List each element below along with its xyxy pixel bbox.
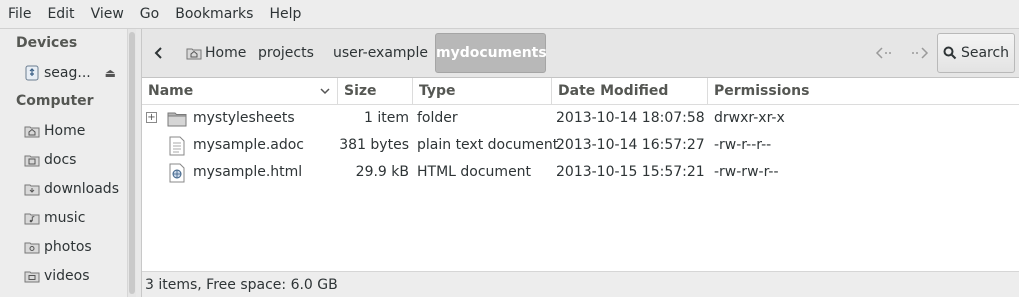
table-row[interactable]: mysample.html 29.9 kB HTML document 2013… (142, 159, 1019, 186)
navigate-back-icon[interactable] (873, 43, 897, 63)
sidebar-item-label: Home (44, 122, 86, 139)
downloads-folder-icon (24, 181, 40, 197)
column-type[interactable]: Type (413, 78, 552, 105)
expand-toggle-icon[interactable]: + (146, 112, 157, 123)
sidebar-item-docs[interactable]: docs (0, 145, 128, 174)
file-date: 2013-10-15 15:57:21 (556, 164, 705, 180)
menu-go[interactable]: Go (132, 0, 167, 29)
file-list: Name Size Type Date Modified Permissions… (142, 78, 1019, 271)
table-row[interactable]: mysample.adoc 381 bytes plain text docum… (142, 132, 1019, 159)
music-folder-icon (24, 210, 40, 226)
videos-folder-icon (24, 268, 40, 284)
breadcrumb-label: Home (205, 45, 247, 61)
file-size: 29.9 kB (355, 164, 409, 180)
table-row[interactable]: + mystylesheets 1 item folder 2013-10-14… (142, 105, 1019, 132)
menu-edit[interactable]: Edit (39, 0, 82, 29)
sidebar-item-label: seag... (44, 64, 91, 81)
menubar: File Edit View Go Bookmarks Help (0, 0, 1019, 29)
sidebar-heading-computer: Computer (16, 93, 94, 109)
column-header: Name Size Type Date Modified Permissions (142, 78, 1019, 105)
breadcrumb-home[interactable]: Home (178, 33, 254, 73)
sidebar-item-label: videos (44, 267, 90, 284)
search-button-label: Search (960, 45, 1010, 61)
file-permissions: -rw-r--r-- (714, 137, 772, 153)
menu-help[interactable]: Help (261, 0, 309, 29)
sidebar-item-seagate[interactable]: seag... ⏏ (0, 58, 128, 87)
menu-bookmarks[interactable]: Bookmarks (167, 0, 261, 29)
breadcrumb-user-example[interactable]: user-example (325, 33, 436, 73)
sidebar-item-downloads[interactable]: downloads (0, 174, 128, 203)
navigate-forward-icon[interactable] (907, 43, 931, 63)
usb-drive-icon (24, 65, 40, 81)
status-bar: 3 items, Free space: 6.0 GB (142, 271, 1019, 297)
column-name[interactable]: Name (142, 78, 338, 105)
file-type: HTML document (417, 164, 532, 180)
file-name: mystylesheets (193, 110, 295, 126)
file-permissions: -rw-rw-r-- (714, 164, 779, 180)
sidebar-item-photos[interactable]: photos (0, 232, 128, 261)
text-file-icon (167, 136, 187, 156)
sidebar-item-label: docs (44, 151, 77, 168)
column-date-modified[interactable]: Date Modified (552, 78, 708, 105)
breadcrumb-mydocuments[interactable]: mydocuments (435, 33, 547, 73)
sidebar: Devices seag... ⏏ Computer Home docs dow… (0, 29, 128, 297)
folder-icon (24, 152, 40, 168)
sidebar-item-label: photos (44, 238, 92, 255)
home-folder-icon (24, 123, 40, 139)
file-date: 2013-10-14 18:07:58 (556, 110, 705, 126)
menu-view[interactable]: View (83, 0, 132, 29)
toolbar: Home projects user-example mydocuments S… (142, 29, 1019, 78)
sidebar-item-home[interactable]: Home (0, 116, 128, 145)
breadcrumb-projects[interactable]: projects (250, 33, 322, 73)
search-icon (943, 46, 957, 60)
file-permissions: drwxr-xr-x (714, 110, 785, 126)
sidebar-scrollbar-thumb[interactable] (129, 32, 135, 294)
file-name: mysample.html (193, 164, 303, 180)
sidebar-item-label: downloads (44, 180, 119, 197)
folder-icon (167, 109, 187, 129)
file-size: 1 item (364, 110, 409, 126)
sidebar-item-videos[interactable]: videos (0, 261, 128, 290)
eject-icon[interactable]: ⏏ (105, 66, 116, 80)
file-date: 2013-10-14 16:57:27 (556, 137, 705, 153)
file-type: plain text document (417, 137, 559, 153)
column-size[interactable]: Size (338, 78, 413, 105)
menu-file[interactable]: File (0, 0, 39, 29)
html-file-icon (167, 163, 187, 183)
file-type: folder (417, 110, 458, 126)
search-button[interactable]: Search (937, 33, 1015, 73)
column-permissions[interactable]: Permissions (708, 78, 1019, 105)
back-chevron-icon[interactable] (150, 42, 168, 64)
sidebar-heading-devices: Devices (16, 35, 78, 51)
home-folder-icon (186, 45, 202, 61)
file-name: mysample.adoc (193, 137, 305, 153)
sidebar-item-music[interactable]: music (0, 203, 128, 232)
photos-folder-icon (24, 239, 40, 255)
column-name-label: Name (148, 83, 194, 99)
sidebar-item-label: music (44, 209, 86, 226)
file-size: 381 bytes (339, 137, 409, 153)
sidebar-scrollbar[interactable] (127, 29, 136, 297)
